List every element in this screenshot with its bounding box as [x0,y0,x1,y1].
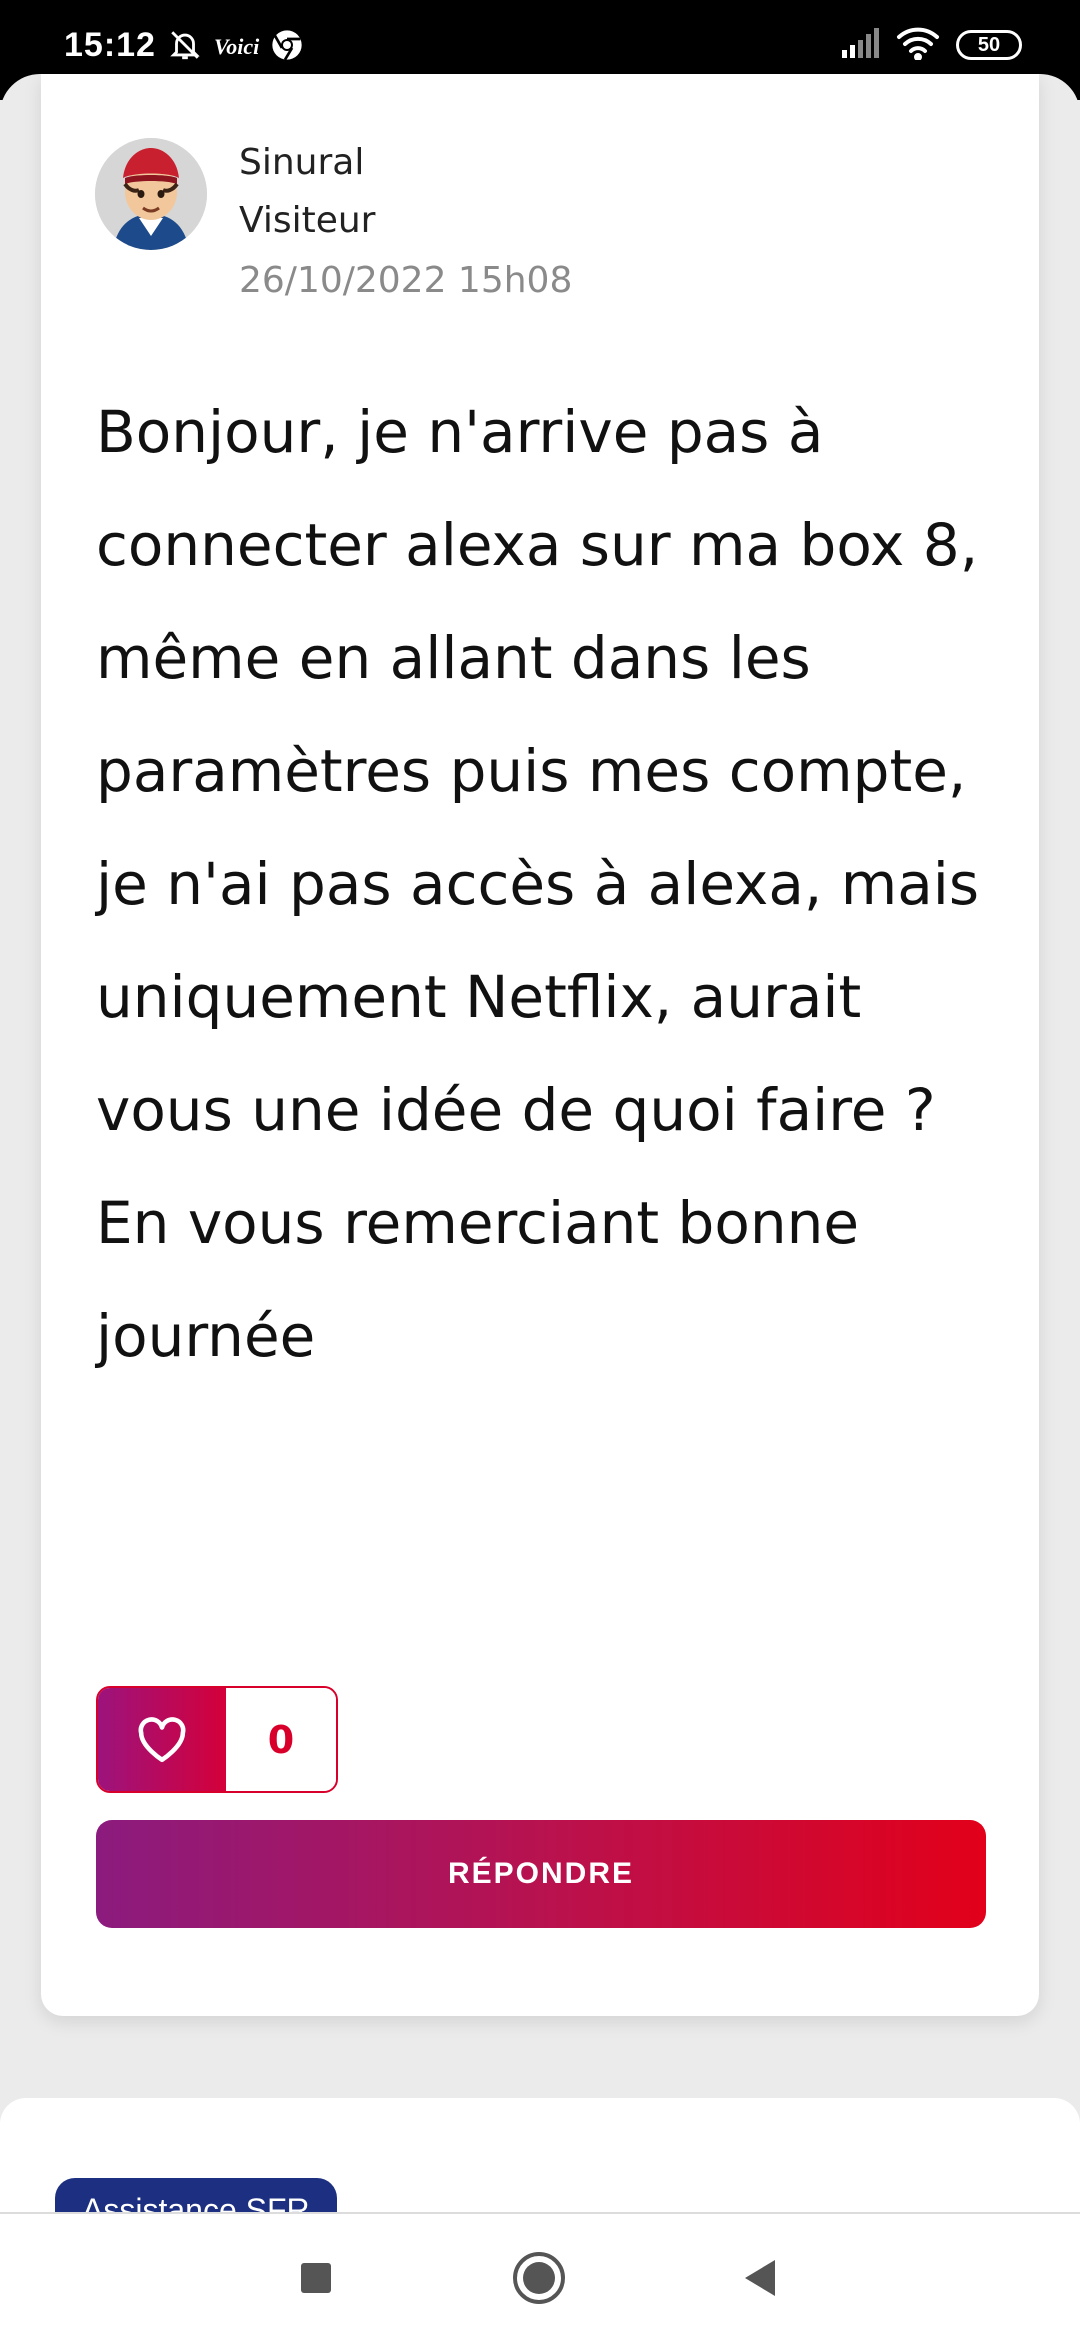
next-post-card: Assistance SFR [0,2098,1080,2214]
forum-screen: Sinural Visiteur 26/10/2022 15h08 Bonjou… [0,74,1080,2214]
recents-button[interactable] [280,2242,352,2314]
signal-icon [840,28,880,62]
like-button[interactable]: 0 [96,1686,338,1793]
bell-muted-icon [168,28,202,66]
author-name[interactable]: Sinural [239,142,364,183]
author-role: Visiteur [239,200,376,241]
battery-icon: 50 [956,30,1022,60]
square-icon [301,2263,331,2293]
reply-button[interactable]: RÉPONDRE [96,1820,986,1928]
home-button[interactable] [503,2242,575,2314]
back-button[interactable] [724,2242,796,2314]
back-triangle-icon [745,2260,775,2296]
heart-icon[interactable] [98,1688,226,1791]
chrome-icon [271,29,303,65]
post-date: 26/10/2022 15h08 [239,260,573,301]
status-right-icons: 50 [840,26,1022,64]
status-time: 15:12 [64,26,156,64]
avatar[interactable] [95,138,207,250]
carrier-badge: Voici [214,34,260,59]
navigation-bar [0,2212,1080,2340]
post-card: Sinural Visiteur 26/10/2022 15h08 Bonjou… [41,74,1039,2016]
author-tag-badge: Assistance SFR [55,2178,337,2214]
status-left-icons: Voici [168,28,303,66]
circle-icon [513,2252,565,2304]
wifi-icon [896,26,940,64]
post-body: Bonjour, je n'arrive pas à connecter ale… [96,398,980,1370]
like-count: 0 [226,1688,336,1791]
